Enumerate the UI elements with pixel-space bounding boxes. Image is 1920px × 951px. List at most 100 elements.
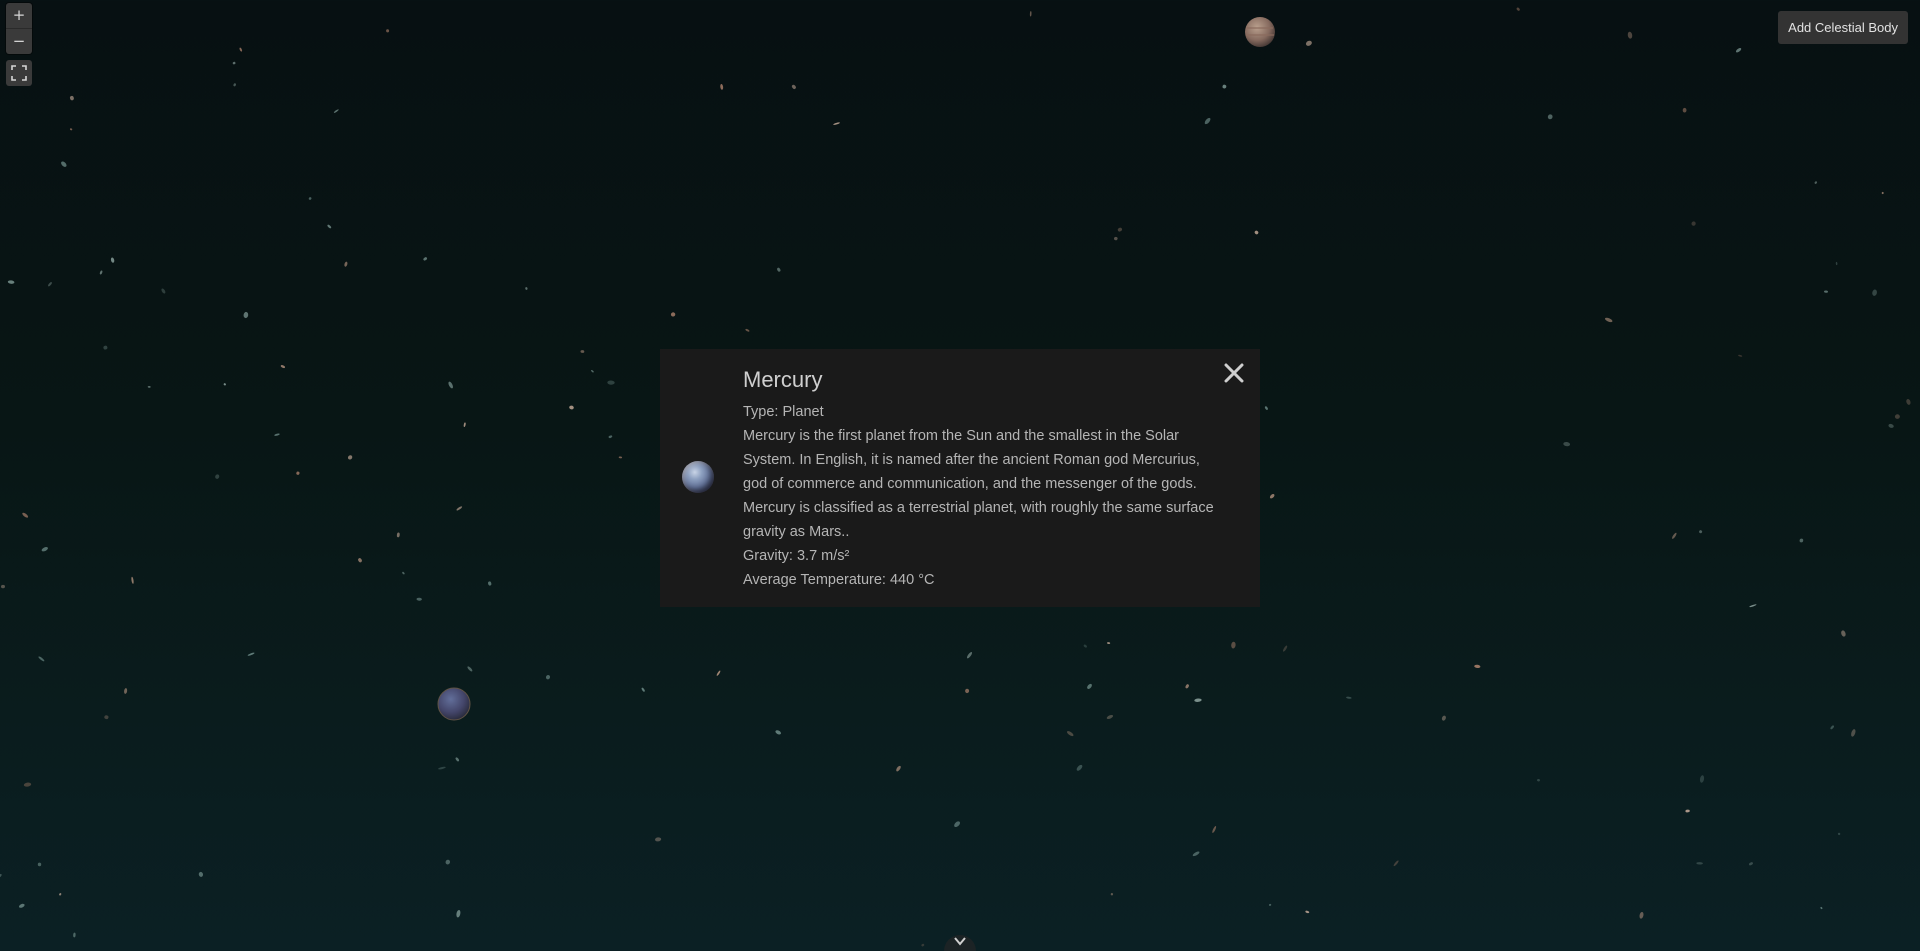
info-content: Mercury Type: Planet Mercury is the firs… <box>743 367 1223 592</box>
star <box>296 471 300 475</box>
star <box>1685 809 1690 813</box>
star <box>402 571 405 575</box>
star <box>1749 862 1753 866</box>
star <box>274 433 280 436</box>
star <box>1735 47 1742 53</box>
star <box>1820 906 1823 910</box>
star <box>416 597 422 601</box>
star <box>1814 181 1817 184</box>
star <box>591 370 594 373</box>
star <box>965 688 970 694</box>
close-button[interactable] <box>1222 361 1246 385</box>
star <box>423 257 428 261</box>
star <box>73 932 76 938</box>
star <box>38 656 45 662</box>
star <box>1837 832 1841 836</box>
star <box>1305 40 1312 46</box>
star <box>1851 729 1856 737</box>
star <box>223 383 226 386</box>
star <box>104 715 109 720</box>
star <box>308 197 312 200</box>
star <box>1212 826 1217 833</box>
body-type: Type: Planet <box>743 404 824 420</box>
star <box>833 122 840 125</box>
planet-mercury[interactable] <box>437 687 471 721</box>
star <box>18 903 25 908</box>
star <box>161 288 166 294</box>
star <box>347 455 353 460</box>
star <box>1346 696 1352 699</box>
star <box>467 666 473 672</box>
star <box>1563 441 1571 447</box>
star <box>7 280 15 284</box>
star <box>1547 114 1553 120</box>
mercury-thumbnail <box>682 461 714 493</box>
star <box>655 837 662 842</box>
star <box>716 670 721 676</box>
chevron-down-icon <box>954 937 966 946</box>
star <box>580 350 585 353</box>
star <box>61 161 67 167</box>
star <box>1029 11 1032 17</box>
star <box>41 547 48 552</box>
star <box>1204 117 1211 125</box>
star <box>1474 664 1481 669</box>
star <box>921 943 925 947</box>
fullscreen-button[interactable] <box>6 60 32 86</box>
zoom-in-button[interactable]: + <box>6 3 32 28</box>
star <box>1282 645 1288 652</box>
star <box>1114 236 1118 241</box>
star <box>1537 778 1540 782</box>
star <box>1604 317 1613 323</box>
star <box>1087 683 1092 689</box>
add-celestial-body-button[interactable]: Add Celestial Body <box>1778 11 1908 44</box>
star <box>1305 910 1310 914</box>
star <box>344 261 348 267</box>
star <box>775 730 781 735</box>
star <box>124 688 128 694</box>
star <box>445 859 451 865</box>
star <box>618 456 623 459</box>
star <box>455 757 460 762</box>
star <box>1231 641 1236 649</box>
zoom-out-button[interactable]: − <box>6 28 32 54</box>
star <box>233 83 236 87</box>
star <box>1627 31 1633 39</box>
star <box>0 873 2 878</box>
star <box>456 506 463 511</box>
star <box>22 512 29 518</box>
star <box>327 224 332 229</box>
close-icon <box>1224 363 1244 383</box>
star <box>791 84 796 89</box>
star <box>69 128 73 131</box>
star <box>103 345 108 350</box>
star <box>198 871 204 877</box>
star <box>1222 84 1227 89</box>
star <box>358 558 362 563</box>
star <box>1441 715 1446 721</box>
star <box>1738 354 1743 357</box>
star <box>569 405 574 410</box>
planet-jupiter[interactable] <box>1245 17 1275 47</box>
star <box>1110 893 1114 896</box>
star <box>1799 538 1804 543</box>
star <box>1106 714 1114 720</box>
star <box>386 29 390 33</box>
star <box>1194 698 1202 702</box>
star <box>1066 731 1074 737</box>
star <box>607 380 615 385</box>
star <box>1269 903 1272 906</box>
star <box>438 766 446 770</box>
body-temperature: Average Temperature: 440 °C <box>743 572 935 588</box>
star <box>1107 642 1111 644</box>
star <box>1639 911 1644 919</box>
star <box>1 584 5 589</box>
star <box>239 47 243 52</box>
celestial-info-panel: Mercury Type: Planet Mercury is the firs… <box>660 349 1260 607</box>
star <box>545 675 551 680</box>
star <box>463 422 466 427</box>
star <box>448 381 453 389</box>
fullscreen-icon <box>11 65 27 81</box>
star <box>1888 423 1894 428</box>
star <box>396 532 400 538</box>
